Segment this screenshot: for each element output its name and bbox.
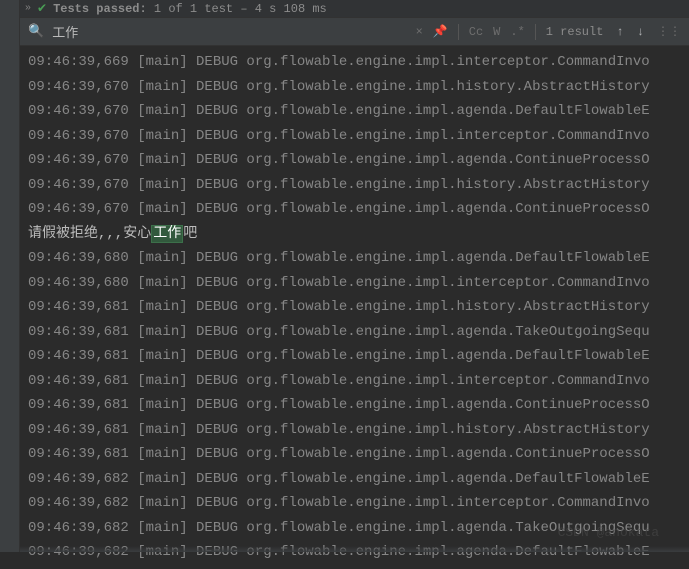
next-match-button[interactable]: ↓ [637,25,644,39]
search-controls: × 📌 Cc W .* 1 result ↑ ↓ ⋮⋮ [416,24,681,40]
test-total: 1 test [190,2,233,16]
search-bar: 🔍 × 📌 Cc W .* 1 result ↑ ↓ ⋮⋮ [20,18,689,46]
log-line: 09:46:39,681 [main] DEBUG org.flowable.e… [28,418,681,443]
log-line: 09:46:39,670 [main] DEBUG org.flowable.e… [28,75,681,100]
log-line: 09:46:39,681 [main] DEBUG org.flowable.e… [28,393,681,418]
test-duration: 4 s 108 ms [255,2,327,16]
log-line: 09:46:39,669 [main] DEBUG org.flowable.e… [28,50,681,75]
log-line: 09:46:39,681 [main] DEBUG org.flowable.e… [28,320,681,345]
prev-match-button[interactable]: ↑ [616,25,623,39]
log-line: 09:46:39,682 [main] DEBUG org.flowable.e… [28,540,681,565]
test-count: 1 [154,2,161,16]
filter-button[interactable]: ⋮⋮ [657,24,681,39]
test-result-header: » ✔ Tests passed: 1 of 1 test – 4 s 108 … [20,0,689,18]
of-text: of [168,2,182,16]
watermark: CSDN @anokata [558,525,659,540]
log-line: 09:46:39,681 [main] DEBUG org.flowable.e… [28,344,681,369]
log-line: 09:46:39,670 [main] DEBUG org.flowable.e… [28,124,681,149]
match-case-toggle[interactable]: Cc [469,25,483,39]
divider [458,24,459,40]
log-line: 09:46:39,670 [main] DEBUG org.flowable.e… [28,148,681,173]
dash: – [240,2,247,16]
log-line: 09:46:39,670 [main] DEBUG org.flowable.e… [28,173,681,198]
words-toggle[interactable]: W [493,25,500,39]
search-icon[interactable]: 🔍 [28,24,44,39]
close-search-button[interactable]: × [416,25,423,39]
regex-toggle[interactable]: .* [510,25,524,39]
test-status-label: Tests passed: [53,2,147,16]
main-area: » ✔ Tests passed: 1 of 1 test – 4 s 108 … [20,0,689,569]
divider [535,24,536,40]
log-line: 09:46:39,682 [main] DEBUG org.flowable.e… [28,491,681,516]
log-line: 09:46:39,670 [main] DEBUG org.flowable.e… [28,197,681,222]
pin-icon[interactable]: 📌 [433,24,448,39]
result-count: 1 result [546,25,604,39]
run-arrow-icon[interactable]: » [25,3,31,14]
log-line: 09:46:39,680 [main] DEBUG org.flowable.e… [28,271,681,296]
log-line: 09:46:39,681 [main] DEBUG org.flowable.e… [28,369,681,394]
search-match-highlight: 工作 [151,225,183,243]
log-line: 09:46:39,681 [main] DEBUG org.flowable.e… [28,295,681,320]
highlight-suffix: 吧 [183,226,197,242]
log-line: 09:46:39,680 [main] DEBUG org.flowable.e… [28,246,681,271]
console-output-highlight-line: 请假被拒绝,,,安心工作吧 [28,222,681,247]
search-input[interactable] [52,24,415,39]
log-line: 09:46:39,682 [main] DEBUG org.flowable.e… [28,467,681,492]
status-bar-edge [20,546,689,552]
tool-window-gutter[interactable] [0,0,20,552]
highlight-prefix: 请假被拒绝,,,安心 [28,226,151,242]
check-icon: ✔ [37,1,47,16]
log-line: 09:46:39,681 [main] DEBUG org.flowable.e… [28,442,681,467]
log-line: 09:46:39,670 [main] DEBUG org.flowable.e… [28,99,681,124]
console-output[interactable]: 09:46:39,669 [main] DEBUG org.flowable.e… [20,46,689,569]
